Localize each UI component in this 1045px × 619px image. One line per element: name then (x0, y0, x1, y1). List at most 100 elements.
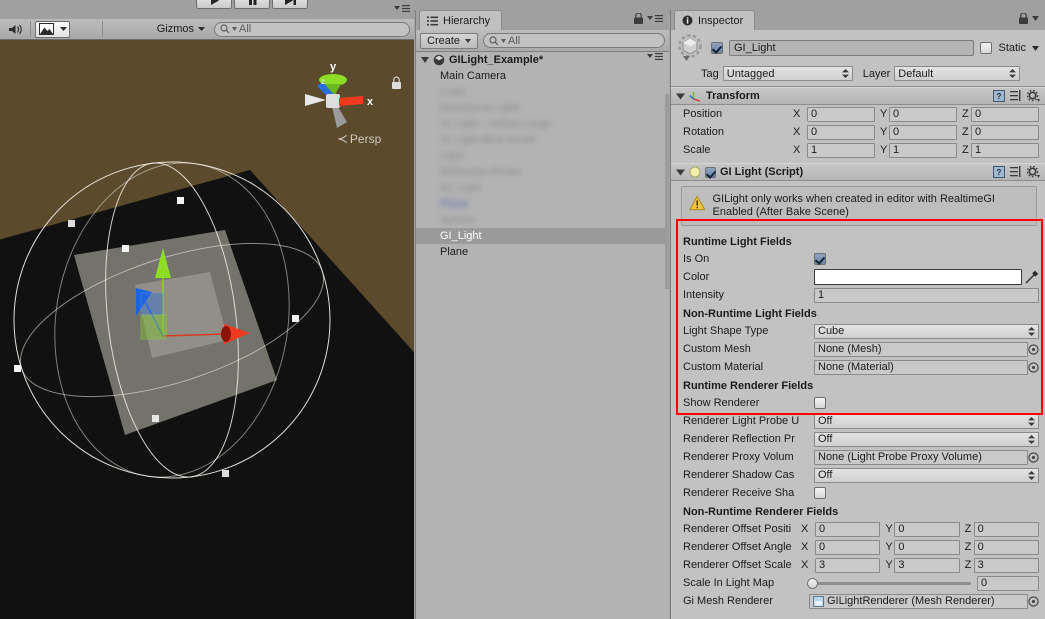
kebab-menu-icon[interactable] (647, 14, 663, 23)
foldout-open-icon[interactable] (421, 56, 429, 64)
renderer-light-probe-dropdown[interactable]: Off (814, 413, 1039, 429)
scene-projection-label[interactable]: ≺ Persp (337, 131, 381, 147)
list-item[interactable]: Cube (416, 84, 669, 100)
position-y-input[interactable]: 0 (889, 106, 957, 122)
offset-scale-x-input[interactable]: 3 (815, 557, 881, 573)
offset-scale-z-input[interactable]: 3 (973, 557, 1039, 573)
list-item[interactable]: Light (416, 148, 669, 164)
scale-in-light-map-label: Scale In Light Map (683, 577, 775, 589)
layer-dropdown[interactable]: Default (894, 66, 1021, 81)
list-item[interactable]: GI Light - Yellow Large (416, 116, 669, 132)
scene-viewport[interactable]: y x z ≺ Persp (0, 40, 414, 619)
create-button[interactable]: Create (420, 32, 479, 49)
audio-toggle-button[interactable] (4, 21, 26, 38)
gear-icon[interactable] (1027, 90, 1040, 102)
offset-angle-x-input[interactable]: 0 (815, 539, 881, 555)
scene-effects-dropdown[interactable] (57, 20, 70, 38)
hierarchy-tree[interactable]: GILight_Example* Main Camera Cube Direct… (416, 52, 669, 619)
hierarchy-scene-menu[interactable] (647, 52, 663, 64)
static-checkbox[interactable] (980, 42, 993, 54)
light-shape-type-value: Cube (818, 325, 845, 337)
rotation-z-input[interactable]: 0 (971, 124, 1039, 140)
list-item[interactable]: GI_Light (416, 180, 669, 196)
gizmos-dropdown-button[interactable]: Gizmos (152, 22, 210, 36)
hierarchy-scrollbar[interactable] (665, 94, 669, 289)
light-shape-type-dropdown[interactable]: Cube (814, 323, 1039, 339)
list-item[interactable]: Reflection Probe (416, 164, 669, 180)
offset-scale-y-input[interactable]: 3 (894, 557, 960, 573)
chevron-down-icon[interactable] (1032, 16, 1039, 21)
hierarchy-item-gi-light[interactable]: GI_Light (416, 228, 669, 244)
gi-mesh-renderer-picker-button[interactable] (1028, 595, 1039, 608)
hierarchy-tab-controls (634, 13, 663, 24)
is-on-checkbox[interactable] (814, 253, 826, 265)
custom-mesh-picker-button[interactable] (1028, 343, 1039, 356)
offset-position-x-input[interactable]: 0 (815, 521, 881, 537)
list-item[interactable]: GI Light Blue Small (416, 132, 669, 148)
custom-material-object-field[interactable]: None (Material) (814, 359, 1028, 375)
scale-x-input[interactable]: 1 (807, 142, 875, 158)
lock-icon[interactable] (1019, 13, 1028, 24)
scale-in-light-map-slider[interactable] (807, 577, 971, 589)
preset-icon[interactable] (1010, 166, 1022, 178)
offset-position-y-input[interactable]: 0 (894, 521, 960, 537)
rotation-x-input[interactable]: 0 (807, 124, 875, 140)
list-item[interactable]: Plane (416, 196, 669, 212)
list-item[interactable]: Directional Light (416, 100, 669, 116)
hierarchy-item-plane[interactable]: Plane (416, 244, 669, 260)
object-enabled-checkbox[interactable] (711, 42, 723, 54)
offset-position-z-input[interactable]: 0 (973, 521, 1039, 537)
show-renderer-checkbox[interactable] (814, 397, 826, 409)
transform-component-header[interactable]: Transform ? (671, 87, 1045, 105)
chevron-down-icon[interactable] (1032, 45, 1039, 51)
foldout-open-icon[interactable] (676, 92, 685, 101)
list-item[interactable]: Sphere (416, 212, 669, 228)
renderer-proxy-volume-object-field[interactable]: None (Light Probe Proxy Volume) (814, 449, 1028, 465)
scene-effects-button[interactable] (35, 20, 57, 38)
preset-icon[interactable] (1010, 90, 1022, 102)
intensity-input[interactable]: 1 (814, 287, 1039, 303)
object-name-field[interactable]: GI_Light (729, 40, 975, 56)
gilight-component-header[interactable]: GI Light (Script) ? (671, 163, 1045, 181)
scene-options-menu[interactable] (394, 4, 410, 16)
hierarchy-item-label: GI_Light (440, 182, 482, 194)
tab-hierarchy[interactable]: Hierarchy (419, 10, 503, 30)
play-button[interactable] (196, 0, 232, 9)
renderer-reflection-probe-dropdown[interactable]: Off (814, 431, 1039, 447)
help-icon[interactable]: ? (993, 166, 1005, 178)
hierarchy-scene-root[interactable]: GILight_Example* (416, 52, 669, 68)
slider-handle[interactable] (807, 577, 818, 589)
gi-mesh-renderer-object-field[interactable]: GILightRenderer (Mesh Renderer) (809, 593, 1028, 609)
foldout-open-icon[interactable] (676, 168, 685, 177)
offset-angle-y-input[interactable]: 0 (894, 539, 960, 555)
scene-search-input[interactable]: All (214, 21, 410, 37)
help-icon[interactable]: ? (993, 90, 1005, 102)
intensity-value: 1 (818, 289, 825, 301)
tag-dropdown[interactable]: Untagged (722, 66, 853, 81)
custom-material-picker-button[interactable] (1028, 361, 1039, 374)
tab-inspector[interactable]: Inspector (674, 10, 756, 30)
gear-icon[interactable] (1027, 166, 1040, 178)
scale-z-input[interactable]: 1 (971, 142, 1039, 158)
gilight-enabled-checkbox[interactable] (705, 166, 716, 178)
pause-button[interactable] (234, 0, 270, 9)
renderer-receive-shadows-checkbox[interactable] (814, 487, 826, 499)
scene-render: y x z (0, 40, 414, 619)
scale-y-input[interactable]: 1 (889, 142, 957, 158)
scale-in-light-map-input[interactable]: 0 (977, 575, 1039, 591)
offset-angle-z-input[interactable]: 0 (973, 539, 1039, 555)
position-x-input[interactable]: 0 (807, 106, 875, 122)
hierarchy-search-input[interactable]: All (483, 33, 665, 48)
hierarchy-item-main-camera[interactable]: Main Camera (416, 68, 669, 84)
renderer-shadow-cast-dropdown[interactable]: Off (814, 467, 1039, 483)
lock-icon[interactable] (634, 13, 643, 24)
offset-position-y-value: 0 (898, 523, 905, 535)
renderer-proxy-volume-picker-button[interactable] (1028, 451, 1039, 464)
rotation-y-input[interactable]: 0 (889, 124, 957, 140)
color-swatch-field[interactable] (814, 269, 1022, 285)
eyedropper-icon[interactable] (1025, 270, 1039, 284)
custom-mesh-object-field[interactable]: None (Mesh) (814, 341, 1028, 357)
step-button[interactable] (272, 0, 308, 9)
position-z-input[interactable]: 0 (971, 106, 1039, 122)
offset-position-xyz: X 0 Y 0 Z 0 (801, 521, 1039, 537)
